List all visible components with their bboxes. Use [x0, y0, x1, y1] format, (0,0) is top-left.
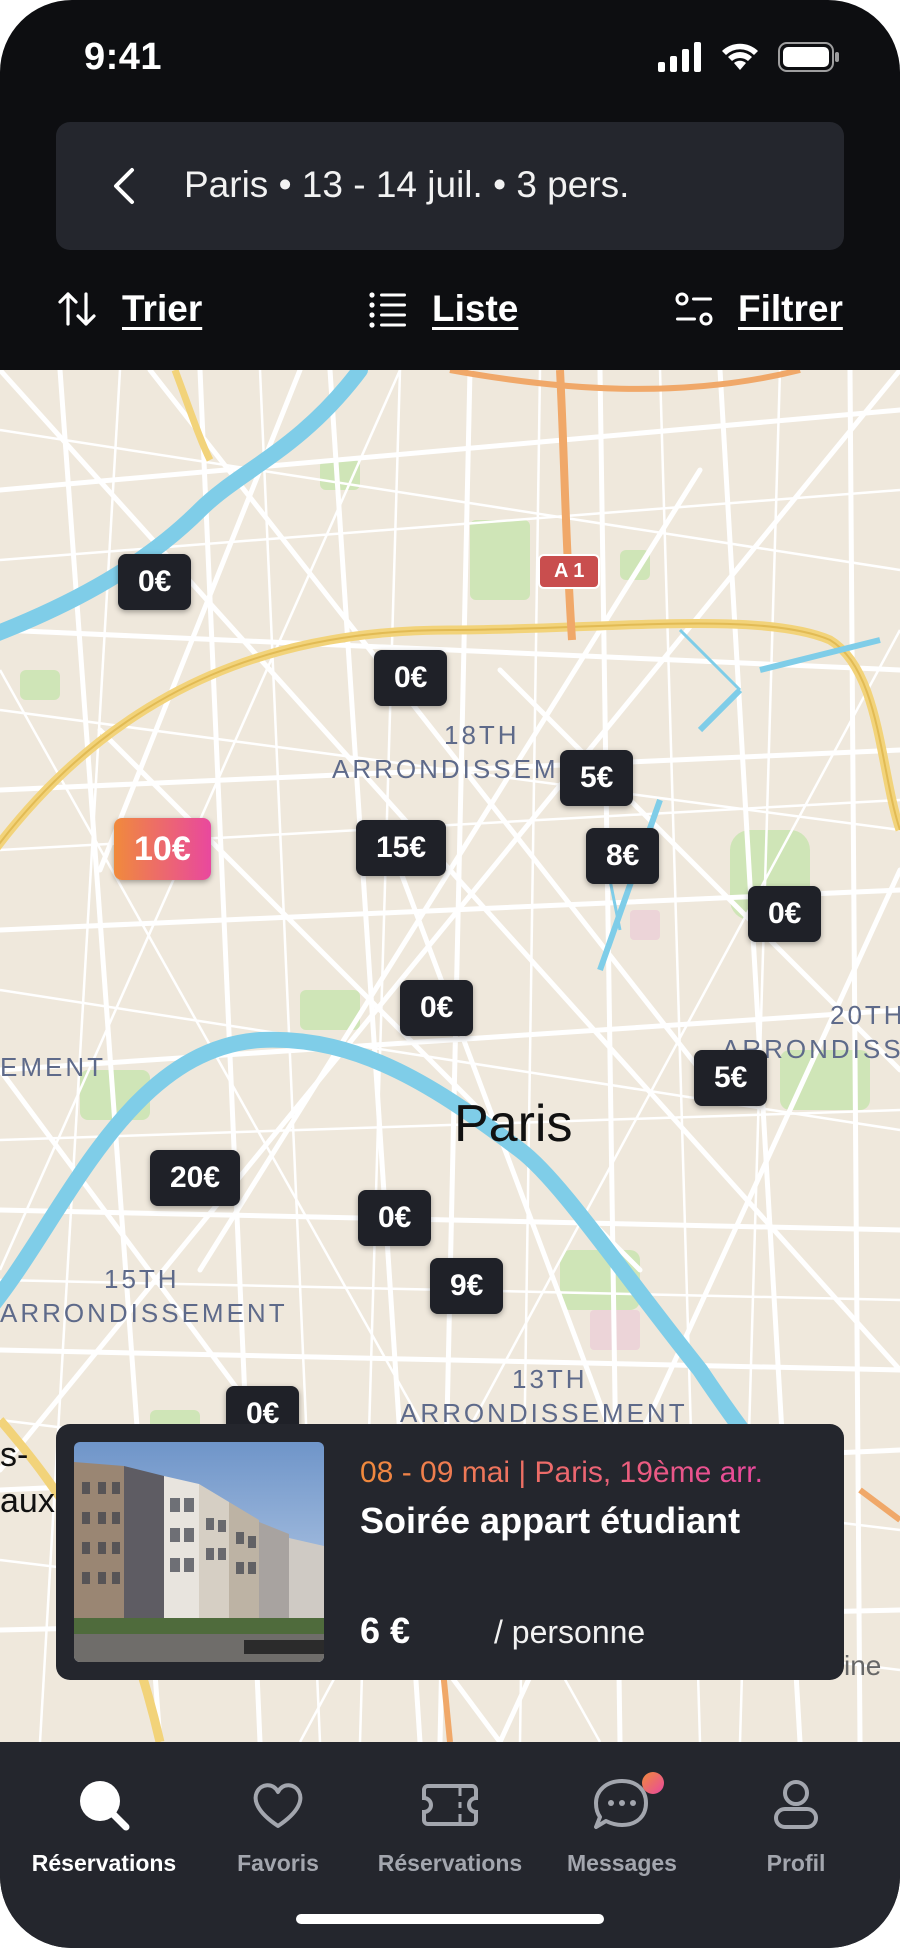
listing-dates: 08 - 09 mai | Paris, 19ème arr. — [360, 1456, 763, 1489]
price-pin[interactable]: 0€ — [358, 1190, 432, 1246]
district-15-label-2: ARRONDISSEMENT — [0, 1298, 288, 1328]
nav-item-favoris[interactable]: Favoris — [188, 1772, 368, 1877]
search-icon — [80, 1781, 130, 1831]
heart-icon — [253, 1783, 303, 1828]
search-query[interactable]: Paris • 13 - 14 juil. • 3 pers. — [184, 164, 629, 206]
list-button[interactable]: Liste — [368, 288, 518, 330]
sort-arrows-icon — [58, 292, 96, 326]
price-pin[interactable]: 0€ — [118, 554, 192, 610]
filter-label: Filtrer — [738, 288, 843, 329]
district-left-label: EMENT — [0, 1052, 106, 1082]
price-pin[interactable]: 0€ — [400, 980, 474, 1036]
back-chevron-icon[interactable] — [102, 162, 150, 210]
nav-label: Profil — [766, 1850, 826, 1876]
battery-icon — [778, 42, 839, 72]
price-pin[interactable]: 5€ — [694, 1050, 768, 1106]
search-bar[interactable]: Paris • 13 - 14 juil. • 3 pers. — [56, 122, 844, 250]
list-icon — [369, 292, 406, 328]
right-fragment: ine — [844, 1650, 882, 1681]
nav-label: Réservations — [377, 1850, 523, 1876]
status-bar: 9:41 — [0, 0, 900, 120]
district-20-label-1: 20TH — [830, 1000, 900, 1030]
listing-photo — [74, 1442, 324, 1662]
signal-icon — [658, 42, 701, 72]
district-18-label-1: 18TH — [444, 720, 520, 750]
listing-title: Soirée appart étudiant — [360, 1500, 741, 1541]
price-pin[interactable]: 5€ — [560, 750, 634, 806]
sort-label: Trier — [122, 288, 203, 329]
status-icons — [658, 42, 840, 72]
notification-badge — [642, 1772, 664, 1794]
nav-item-reservations[interactable]: Réservations — [360, 1772, 540, 1877]
price-pin[interactable]: 9€ — [430, 1258, 504, 1314]
filter-button[interactable]: Filtrer — [674, 288, 843, 330]
price-pin[interactable]: 15€ — [356, 820, 447, 876]
nav-label: Favoris — [237, 1850, 319, 1876]
home-indicator — [296, 1914, 604, 1924]
left-fragment-2: aux — [0, 1482, 55, 1520]
list-label: Liste — [432, 288, 519, 329]
sort-button[interactable]: Trier — [56, 288, 202, 330]
price-pin[interactable]: 8€ — [586, 828, 660, 884]
road-badge-a1: A 1 — [538, 554, 601, 589]
nav-item-messages[interactable]: Messages — [532, 1772, 712, 1877]
listing-card[interactable]: 08 - 09 mai | Paris, 19ème arr. Soirée a… — [56, 1424, 844, 1680]
price-pin[interactable]: 20€ — [150, 1150, 241, 1206]
phone-screen: 9:41 Paris • 13 - 14 juil. • 3 pers. Tri… — [0, 0, 900, 1948]
price-pin[interactable]: 0€ — [374, 650, 448, 706]
nav-item-reservations-search[interactable]: Réservations — [14, 1772, 194, 1877]
ticket-icon — [422, 1784, 478, 1826]
wifi-icon — [722, 43, 758, 70]
district-15-label-1: 15TH — [104, 1264, 180, 1294]
filter-icon — [675, 292, 713, 326]
profile-icon — [774, 1780, 818, 1829]
toolbar: Trier Liste Filtrer — [0, 270, 900, 370]
building-image — [74, 1442, 324, 1662]
city-label-paris: Paris — [454, 1095, 573, 1153]
status-time: 9:41 — [84, 36, 163, 78]
listing-price-unit: / personne — [494, 1614, 646, 1650]
price-pin-selected[interactable]: 10€ — [114, 818, 211, 880]
price-pin[interactable]: 0€ — [748, 886, 822, 942]
listing-price: 6 € — [360, 1610, 411, 1651]
district-18-label-2: ARRONDISSEM — [332, 754, 559, 784]
nav-label: Messages — [567, 1850, 677, 1876]
left-fragment-1: s- — [0, 1436, 29, 1474]
nav-item-profil[interactable]: Profil — [706, 1772, 886, 1877]
district-13-label-1: 13TH — [512, 1364, 588, 1394]
nav-label: Réservations — [31, 1850, 177, 1876]
